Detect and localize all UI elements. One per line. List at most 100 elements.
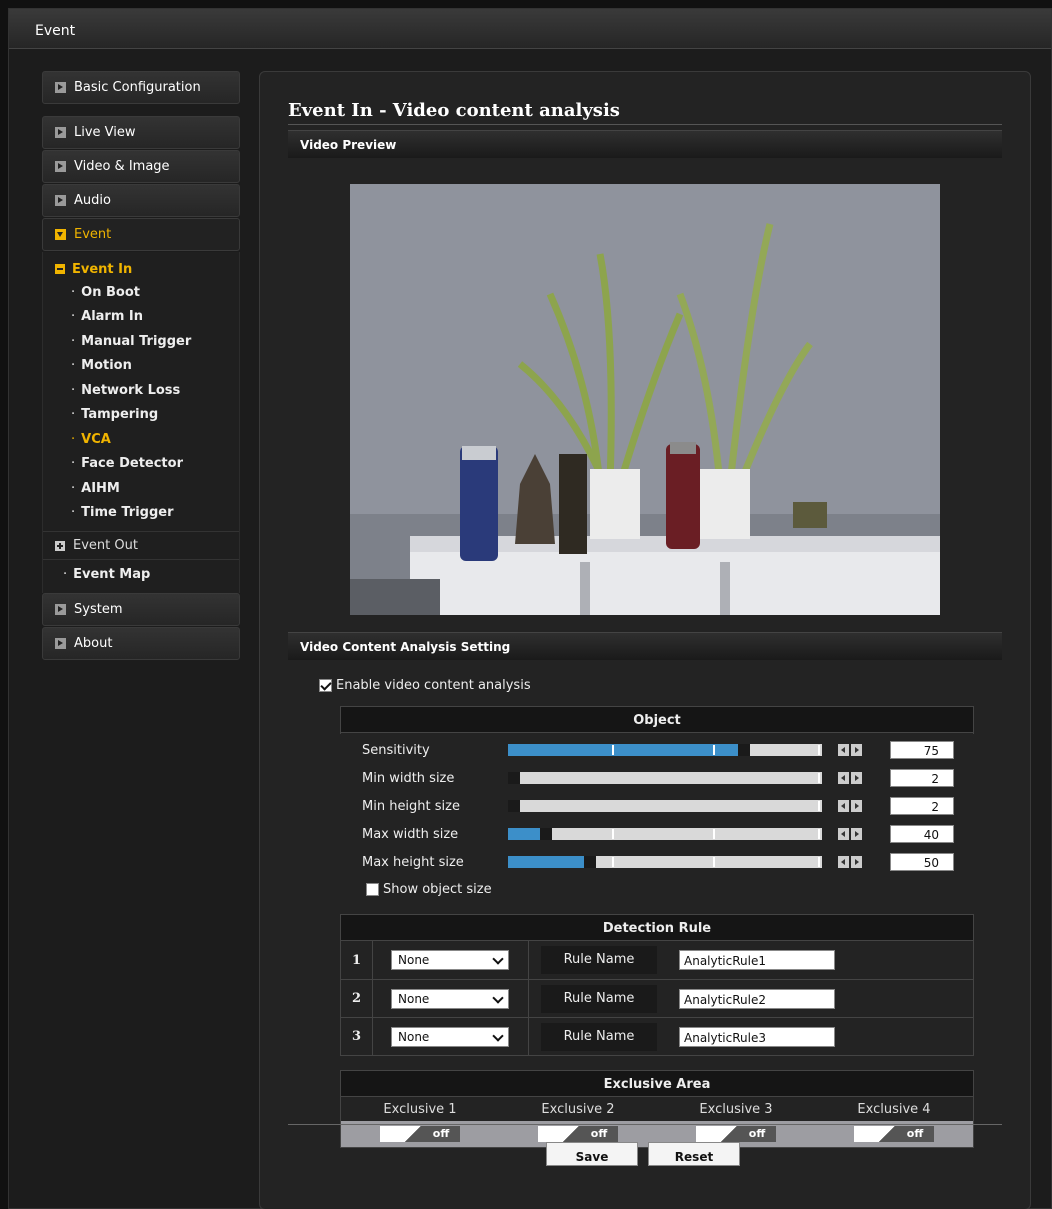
slider-tick: [713, 857, 715, 867]
decrease-arrow-icon[interactable]: [838, 744, 849, 756]
increase-arrow-icon[interactable]: [851, 744, 862, 756]
slider-fill: [508, 828, 540, 840]
nav-label: Video & Image: [74, 159, 170, 174]
slider-track[interactable]: [508, 800, 822, 812]
exclusive-3-toggle[interactable]: off: [657, 1126, 815, 1142]
plus-icon: [55, 540, 65, 551]
rule-name-input[interactable]: AnalyticRule1: [679, 950, 835, 970]
decrease-arrow-icon[interactable]: [838, 772, 849, 784]
exclusive-2-toggle[interactable]: off: [499, 1126, 657, 1142]
exclusive-area-header: Exclusive Area: [341, 1071, 973, 1097]
decrease-arrow-icon[interactable]: [838, 800, 849, 812]
nav-video-image[interactable]: Video & Image: [42, 150, 240, 183]
enable-vca-checkbox[interactable]: [319, 679, 332, 692]
min-height-value-field[interactable]: 2: [890, 797, 954, 815]
show-object-size-checkbox[interactable]: [366, 883, 379, 896]
rule-index: 2: [341, 980, 373, 1017]
rule-name-input[interactable]: AnalyticRule3: [679, 1026, 835, 1047]
nav-event[interactable]: Event: [42, 218, 240, 251]
enable-vca-row[interactable]: Enable video content analysis: [319, 678, 531, 693]
slider-track[interactable]: [508, 856, 822, 868]
slider-handle[interactable]: [508, 772, 520, 784]
exclusive-4-toggle[interactable]: off: [815, 1126, 973, 1142]
slider-tick: [818, 857, 820, 867]
slider-track[interactable]: [508, 772, 822, 784]
increase-arrow-icon[interactable]: [851, 856, 862, 868]
rule-type-select[interactable]: None: [391, 988, 509, 1009]
increase-arrow-icon[interactable]: [851, 800, 862, 812]
subnav-item-on-boot[interactable]: · On Boot: [43, 280, 239, 305]
slider-handle[interactable]: [584, 856, 596, 868]
subnav-item-manual-trigger[interactable]: · Manual Trigger: [43, 329, 239, 354]
slider-fill: [508, 856, 584, 868]
rule-type-select[interactable]: None: [391, 1026, 509, 1047]
max-height-value-field[interactable]: 50: [890, 853, 954, 871]
subnav-item-alarm-in[interactable]: · Alarm In: [43, 305, 239, 330]
decrease-arrow-icon[interactable]: [838, 856, 849, 868]
detection-rule-header: Detection Rule: [341, 915, 973, 941]
slider-max-height: Max height size 50: [362, 848, 962, 876]
subnav-item-aihm[interactable]: · AIHM: [43, 476, 239, 501]
nav-basic-configuration[interactable]: Basic Configuration: [42, 71, 240, 104]
show-object-size-row[interactable]: Show object size: [366, 882, 492, 897]
rule-index: 3: [341, 1018, 373, 1055]
slider-min-height: Min height size 2: [362, 792, 962, 820]
exclusive-1-toggle[interactable]: off: [341, 1126, 499, 1142]
slider-handle[interactable]: [738, 744, 750, 756]
reset-button[interactable]: Reset: [648, 1142, 740, 1166]
slider-handle[interactable]: [508, 800, 520, 812]
rule-name-input[interactable]: AnalyticRule2: [679, 988, 835, 1009]
nav-audio[interactable]: Audio: [42, 184, 240, 217]
save-button[interactable]: Save: [546, 1142, 638, 1166]
rule-type-select[interactable]: None: [391, 950, 509, 970]
slider-stepper: [838, 772, 862, 784]
window-title: Event: [9, 9, 1051, 49]
expand-arrow-icon: [55, 161, 66, 172]
nav-live-view[interactable]: Live View: [42, 116, 240, 149]
max-width-value-field[interactable]: 40: [890, 825, 954, 843]
slider-track[interactable]: [508, 828, 822, 840]
slider-track[interactable]: [508, 744, 822, 756]
expand-arrow-icon: [55, 604, 66, 615]
main-panel: Event In - Video content analysis Video …: [259, 71, 1031, 1209]
nav-label: Audio: [74, 193, 111, 208]
subnav-item-time-trigger[interactable]: · Time Trigger: [43, 501, 239, 526]
slider-tick: [612, 829, 614, 839]
rule-row: 2 None Rule Name AnalyticRule2: [341, 979, 973, 1017]
video-preview: [350, 184, 940, 615]
slider-tick: [713, 745, 715, 755]
subnav-item-motion[interactable]: · Motion: [43, 354, 239, 379]
nav-about[interactable]: About: [42, 627, 240, 660]
min-width-value-field[interactable]: 2: [890, 769, 954, 787]
nav-system[interactable]: System: [42, 593, 240, 626]
subnav-event-in[interactable]: Event In: [43, 258, 239, 280]
camera-scene-image: [350, 184, 940, 615]
increase-arrow-icon[interactable]: [851, 828, 862, 840]
sensitivity-value-field[interactable]: 75: [890, 741, 954, 759]
slider-tick: [818, 829, 820, 839]
rule-name-label: Rule Name: [541, 946, 657, 974]
expand-arrow-icon: [55, 638, 66, 649]
decrease-arrow-icon[interactable]: [838, 828, 849, 840]
subnav-item-tampering[interactable]: · Tampering: [43, 403, 239, 428]
minus-icon: [55, 264, 65, 274]
subnav-label: Event In: [72, 261, 133, 277]
nav-label: System: [74, 602, 123, 617]
slider-handle[interactable]: [540, 828, 552, 840]
slider-label: Max height size: [362, 854, 464, 870]
slider-sensitivity: Sensitivity 75: [362, 736, 962, 764]
detection-rule-panel: Detection Rule 1 None Rule Name Analytic…: [340, 914, 974, 1056]
subnav-item-vca[interactable]: · VCA: [43, 427, 239, 452]
slider-max-width: Max width size 40: [362, 820, 962, 848]
exclusive-area-panel: Exclusive Area Exclusive 1 Exclusive 2 E…: [340, 1070, 974, 1148]
exclusive-label: Exclusive 4: [857, 1101, 931, 1117]
subnav-event-out[interactable]: Event Out: [43, 531, 239, 559]
subnav-item-face-detector[interactable]: · Face Detector: [43, 452, 239, 477]
event-subnav: Event In · On Boot · Alarm In · Manual Trig…: [42, 252, 240, 593]
subnav-event-map[interactable]: · Event Map: [43, 559, 239, 589]
rule-name-label: Rule Name: [541, 1022, 657, 1051]
slider-label: Max width size: [362, 826, 459, 842]
increase-arrow-icon[interactable]: [851, 772, 862, 784]
slider-stepper: [838, 828, 862, 840]
subnav-item-network-loss[interactable]: · Network Loss: [43, 378, 239, 403]
